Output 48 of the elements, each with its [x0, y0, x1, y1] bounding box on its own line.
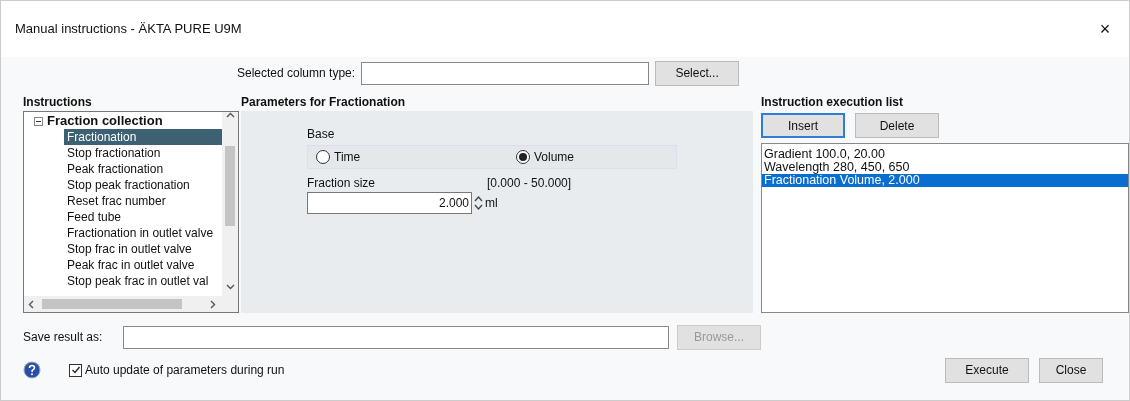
scroll-thumb[interactable] — [42, 299, 182, 309]
radio-button[interactable] — [316, 150, 330, 164]
section-heading: Parameters for Fractionation — [241, 94, 407, 111]
radio-button[interactable] — [516, 150, 530, 164]
tree-item[interactable]: Stop peak fractionation — [64, 177, 222, 193]
window-title: Manual instructions - ÄKTA PURE U9M — [15, 20, 242, 39]
tree-group[interactable]: Fraction collection — [47, 113, 163, 129]
unit-text: ml — [485, 195, 498, 212]
section-heading: Instruction execution list — [761, 94, 905, 111]
tree-item[interactable]: Peak frac in outlet valve — [64, 257, 222, 273]
list-item[interactable]: Fractionation Volume, 2.000 — [762, 174, 1128, 187]
scroll-right-icon[interactable] — [210, 299, 216, 309]
tree-item[interactable]: Reset frac number — [64, 193, 222, 209]
tree-item[interactable]: Stop peak frac in outlet val — [64, 273, 222, 289]
tree-item[interactable]: Stop fractionation — [64, 145, 222, 161]
delete-button[interactable]: Delete — [855, 113, 939, 138]
insert-button[interactable]: Insert — [761, 113, 845, 138]
horizontal-scrollbar[interactable] — [24, 296, 238, 312]
field-label: Base — [307, 126, 336, 143]
checkbox[interactable] — [69, 363, 82, 377]
list-item[interactable]: Gradient 100.0, 20.00 — [762, 148, 1128, 161]
section-heading: Instructions — [23, 94, 93, 111]
field-label: Selected column type: — [237, 65, 356, 82]
radio-label[interactable]: Volume — [534, 148, 575, 166]
list-item[interactable]: Wavelength 280, 450, 650 — [762, 161, 1128, 174]
column-type-field[interactable] — [361, 61, 650, 85]
tree-item[interactable]: Fractionation — [64, 129, 222, 145]
tree-item[interactable]: Peak fractionation — [64, 161, 222, 177]
range-text: [0.000 - 50.000] — [487, 175, 572, 190]
select-button[interactable]: Select... — [655, 60, 740, 86]
execute-button[interactable]: Execute — [945, 357, 1029, 383]
vertical-scrollbar[interactable] — [222, 112, 238, 296]
radio-label[interactable]: Time — [334, 148, 361, 166]
close-button[interactable]: × — [1095, 20, 1115, 38]
checkbox-label[interactable]: Auto update of parameters during run — [85, 361, 285, 379]
help-icon[interactable] — [23, 361, 41, 379]
field-label: Save result as: — [23, 329, 104, 346]
scroll-thumb[interactable] — [225, 146, 235, 226]
close-button[interactable]: Close — [1039, 357, 1103, 383]
tree-item[interactable]: Stop frac in outlet valve — [64, 241, 222, 257]
collapse-icon[interactable] — [34, 116, 43, 126]
tree-item[interactable]: Feed tube — [64, 209, 222, 225]
scroll-left-icon[interactable] — [28, 299, 34, 309]
fraction-size-field[interactable]: 2.000 — [307, 192, 472, 214]
field-label: Fraction size — [307, 175, 377, 190]
save-result-field[interactable] — [123, 325, 669, 349]
spinner-icon[interactable] — [474, 194, 483, 212]
tree-item[interactable]: Fractionation in outlet valve — [64, 225, 222, 241]
